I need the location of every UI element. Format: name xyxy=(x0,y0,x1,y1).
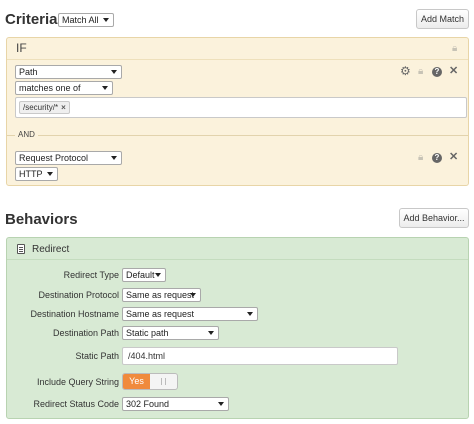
destination-path-label: Destination Path xyxy=(52,328,119,338)
rule1-field-select[interactable]: Path xyxy=(15,65,122,79)
path-tag-label: /security/* xyxy=(23,103,59,112)
toggle-grip-icon xyxy=(161,378,166,385)
path-tag: /security/* × xyxy=(19,101,70,114)
and-divider xyxy=(7,135,468,136)
destination-hostname-select[interactable]: Same as request xyxy=(122,307,258,321)
close-icon[interactable]: ✕ xyxy=(449,152,458,163)
behavior-panel-header: Redirect xyxy=(7,238,468,260)
lock-icon[interactable]: 🔒︎ xyxy=(452,44,457,54)
redirect-type-label: Redirect Type xyxy=(63,270,119,280)
destination-protocol-label: Destination Protocol xyxy=(38,290,119,300)
static-path-label: Static Path xyxy=(75,351,119,361)
redirect-status-code-select[interactable]: 302 Found xyxy=(122,397,229,411)
add-behavior-button[interactable]: Add Behavior... xyxy=(399,208,469,228)
behavior-title: Redirect xyxy=(32,244,70,255)
include-query-string-label: Include Query String xyxy=(36,377,119,387)
criteria-heading: Criteria xyxy=(5,11,58,28)
help-icon[interactable]: ? xyxy=(432,153,442,163)
rule2-field-select[interactable]: Request Protocol xyxy=(15,151,122,165)
and-label: AND xyxy=(15,130,38,139)
include-query-string-toggle[interactable]: Yes xyxy=(122,373,178,390)
match-mode-select[interactable]: Match All xyxy=(58,13,114,27)
criteria-panel-header: IF 🔒︎ xyxy=(7,38,468,60)
if-label: IF xyxy=(16,41,27,55)
remove-tag-icon[interactable]: × xyxy=(61,103,66,112)
toggle-on-label: Yes xyxy=(123,374,150,389)
help-icon[interactable]: ? xyxy=(432,67,442,77)
behaviors-heading: Behaviors xyxy=(5,211,78,228)
rule2-value-select[interactable]: HTTP xyxy=(15,167,58,181)
destination-protocol-select[interactable]: Same as request xyxy=(122,288,201,302)
lock-icon[interactable]: 🔒︎ xyxy=(418,153,423,163)
lock-icon[interactable]: 🔒︎ xyxy=(418,67,423,77)
destination-path-select[interactable]: Static path xyxy=(122,326,219,340)
gear-icon[interactable]: ⚙ xyxy=(400,65,411,77)
redirect-status-code-label: Redirect Status Code xyxy=(33,399,119,409)
close-icon[interactable]: ✕ xyxy=(449,66,458,77)
rule1-operator-select[interactable]: matches one of xyxy=(15,81,113,95)
static-path-input[interactable]: /404.html xyxy=(122,347,398,365)
add-match-button[interactable]: Add Match xyxy=(416,9,469,29)
path-values-input[interactable]: /security/* × xyxy=(15,97,467,118)
criteria-panel: IF 🔒︎ Path matches one of ⚙ 🔒︎ ? ✕ /secu… xyxy=(6,37,469,186)
destination-hostname-label: Destination Hostname xyxy=(30,309,119,319)
redirect-type-select[interactable]: Default xyxy=(122,268,166,282)
document-icon xyxy=(17,244,25,254)
